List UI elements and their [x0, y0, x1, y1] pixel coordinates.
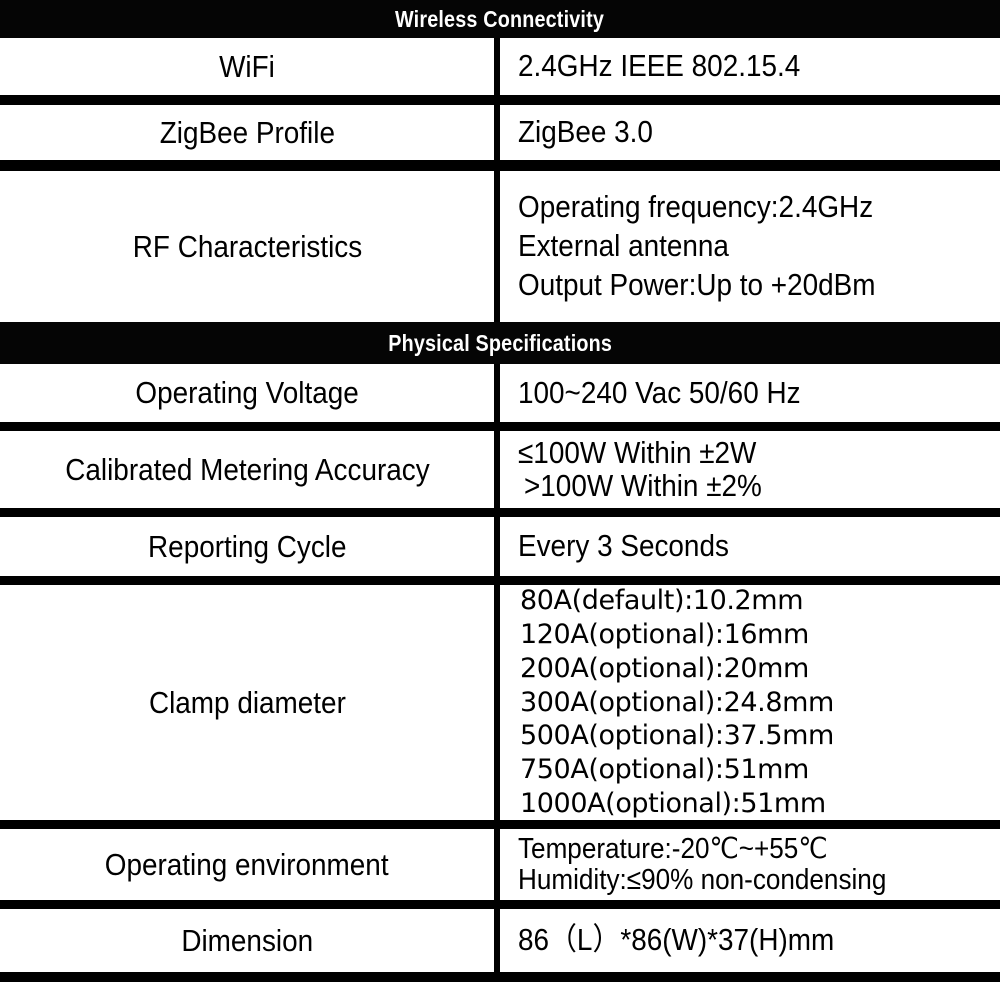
- row-value-line: Every 3 Seconds: [518, 528, 729, 564]
- row-value-cell: Temperature:-20℃~+55℃ Humidity:≤90% non-…: [500, 829, 1000, 900]
- row-value-line: ≤100W Within ±2W: [518, 434, 757, 470]
- row-label-cell: Reporting Cycle: [0, 517, 494, 576]
- row-value-line: Temperature:-20℃~+55℃: [518, 832, 828, 865]
- row-rule: [0, 95, 1000, 105]
- row-label-cell: Operating Voltage: [0, 364, 494, 422]
- row-value-line: Humidity:≤90% non-condensing: [518, 863, 887, 896]
- table-bottom-rule: [0, 972, 1000, 982]
- row-rule: [0, 900, 1000, 909]
- section-header-label: Physical Specifications: [388, 329, 612, 356]
- section-header-wireless-connectivity: Wireless Connectivity: [0, 0, 1000, 38]
- row-label: WiFi: [219, 48, 275, 84]
- row-label-cell: Dimension: [0, 909, 494, 972]
- table-row: Calibrated Metering Accuracy ≤100W Withi…: [0, 431, 1000, 508]
- row-label: RF Characteristics: [132, 228, 362, 264]
- table-row: Operating environment Temperature:-20℃~+…: [0, 829, 1000, 900]
- row-value-cell: ZigBee 3.0: [500, 105, 1000, 160]
- row-value-cell: 80A(default):10.2mm 120A(optional):16mm …: [500, 585, 1000, 820]
- row-label-cell: RF Characteristics: [0, 171, 494, 322]
- row-label: Clamp diameter: [148, 684, 346, 720]
- section-header-physical-specifications: Physical Specifications: [0, 322, 1000, 364]
- row-value-line: 500A(optional):37.5mm: [520, 720, 834, 752]
- row-value-cell: 2.4GHz IEEE 802.15.4: [500, 38, 1000, 95]
- row-value-line: 2.4GHz IEEE 802.15.4: [518, 48, 801, 84]
- row-label-cell: ZigBee Profile: [0, 105, 494, 160]
- table-row: Dimension 86（L）*86(W)*37(H)mm: [0, 909, 1000, 972]
- row-value-line: 100~240 Vac 50/60 Hz: [518, 374, 801, 410]
- row-label: ZigBee Profile: [159, 114, 335, 150]
- table-row: Reporting Cycle Every 3 Seconds: [0, 517, 1000, 576]
- row-label: Dimension: [181, 922, 313, 958]
- table-row: ZigBee Profile ZigBee 3.0: [0, 105, 1000, 160]
- row-value-cell: Operating frequency:2.4GHz External ante…: [500, 171, 1000, 322]
- row-value-line: ZigBee 3.0: [518, 114, 653, 150]
- row-label: Operating environment: [105, 846, 389, 882]
- row-rule: [0, 576, 1000, 585]
- row-value-line: External antenna: [518, 228, 729, 264]
- row-value-line: 750A(optional):51mm: [520, 754, 809, 786]
- row-value-cell: ≤100W Within ±2W >100W Within ±2%: [500, 431, 1000, 508]
- row-rule: [0, 508, 1000, 517]
- row-value-line: 200A(optional):20mm: [520, 652, 809, 684]
- row-label-cell: Calibrated Metering Accuracy: [0, 431, 494, 508]
- row-rule: [0, 820, 1000, 829]
- row-rule: [0, 422, 1000, 431]
- row-value-line: 120A(optional):16mm: [520, 618, 809, 650]
- row-label: Operating Voltage: [135, 375, 359, 410]
- row-value-line: 300A(optional):24.8mm: [520, 686, 834, 718]
- row-value-cell: 100~240 Vac 50/60 Hz: [500, 364, 1000, 422]
- spec-table: Wireless Connectivity WiFi 2.4GHz IEEE 8…: [0, 0, 1000, 1000]
- row-value-cell: 86（L）*86(W)*37(H)mm: [500, 909, 1000, 972]
- row-value-line: Operating frequency:2.4GHz: [518, 189, 874, 225]
- section-header-label: Wireless Connectivity: [395, 5, 605, 32]
- row-value-line: 80A(default):10.2mm: [520, 584, 804, 616]
- table-row: WiFi 2.4GHz IEEE 802.15.4: [0, 38, 1000, 95]
- row-value-line: >100W Within ±2%: [524, 467, 762, 503]
- row-label-cell: Operating environment: [0, 829, 494, 900]
- row-value-line: 86（L）*86(W)*37(H)mm: [518, 922, 835, 958]
- row-label: Reporting Cycle: [147, 528, 347, 564]
- row-rule: [0, 160, 1000, 171]
- row-label: Calibrated Metering Accuracy: [64, 451, 430, 487]
- row-value-cell: Every 3 Seconds: [500, 517, 1000, 576]
- row-label-cell: Clamp diameter: [0, 585, 494, 820]
- table-row: Operating Voltage 100~240 Vac 50/60 Hz: [0, 364, 1000, 422]
- table-row: RF Characteristics Operating frequency:2…: [0, 171, 1000, 322]
- row-label-cell: WiFi: [0, 38, 494, 95]
- table-row: Clamp diameter 80A(default):10.2mm 120A(…: [0, 585, 1000, 820]
- row-value-line: Output Power:Up to +20dBm: [518, 266, 876, 302]
- row-value-line: 1000A(optional):51mm: [520, 788, 826, 820]
